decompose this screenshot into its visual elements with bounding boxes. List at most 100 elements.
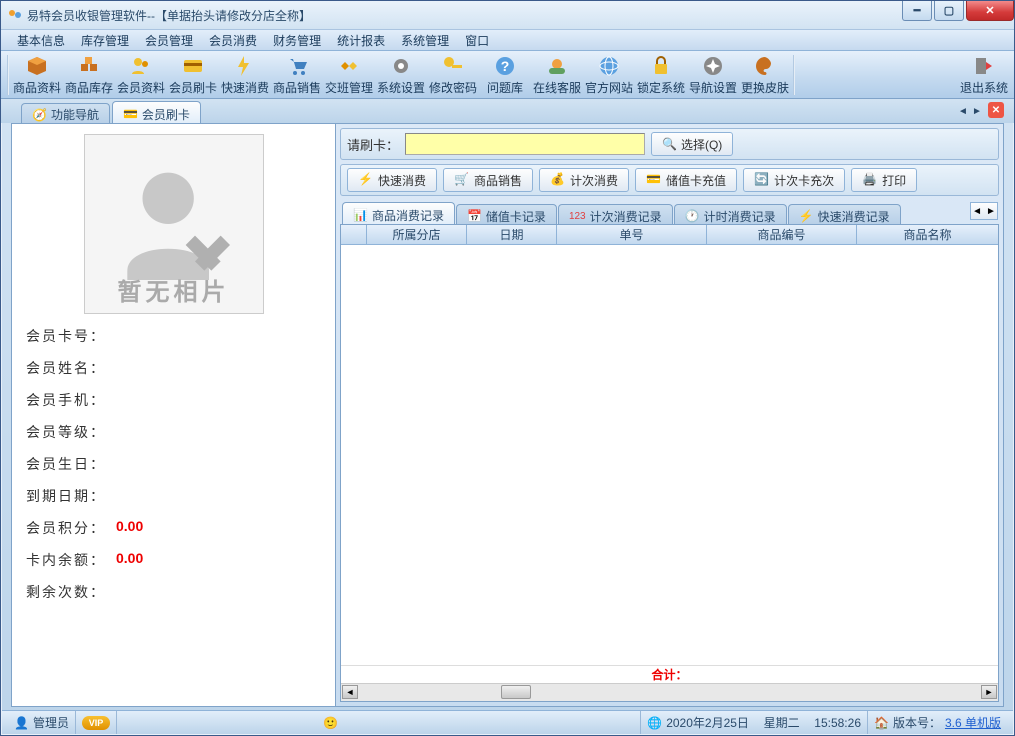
- tb-sys-setting[interactable]: 系统设置: [375, 53, 427, 97]
- tb-change-pwd[interactable]: 修改密码: [427, 53, 479, 97]
- vip-badge-icon: VIP: [82, 716, 110, 730]
- card-icon: 💳: [646, 172, 662, 188]
- boxes-icon: [77, 54, 101, 78]
- tb-shift-manage[interactable]: 交班管理: [323, 53, 375, 97]
- tb-faq[interactable]: ?问题库: [479, 53, 531, 97]
- card-icon: 💳: [123, 107, 138, 121]
- tb-lock-system[interactable]: 锁定系统: [635, 53, 687, 97]
- clock-icon: 🕐: [685, 209, 700, 223]
- minimize-button[interactable]: ━: [902, 1, 932, 21]
- subtab-count-record[interactable]: 123计次消费记录: [558, 204, 673, 224]
- btn-quick-consume[interactable]: ⚡快速消费: [347, 168, 437, 192]
- swipe-bar: 请刷卡： 🔍选择(Q): [340, 128, 999, 160]
- btn-recharge[interactable]: 💳储值卡充值: [635, 168, 737, 192]
- btn-product-sale[interactable]: 🛒商品销售: [443, 168, 533, 192]
- svg-text:?: ?: [501, 58, 510, 74]
- subtab-quick-record[interactable]: ⚡快速消费记录: [788, 204, 901, 224]
- home-icon: 🏠: [874, 716, 889, 730]
- handshake-icon: [337, 54, 361, 78]
- chart-icon: 📊: [353, 208, 368, 222]
- col-product-code[interactable]: 商品编号: [707, 225, 857, 244]
- status-datetime: 🌐 2020年2月25日 星期二 15:58:26: [641, 711, 868, 734]
- horizontal-scrollbar[interactable]: ◄ ►: [341, 683, 998, 701]
- tab-close-button[interactable]: ✕: [988, 102, 1004, 118]
- col-store[interactable]: 所属分店: [367, 225, 467, 244]
- globe-icon: [597, 54, 621, 78]
- row-member-level: 会员等级：: [26, 422, 321, 442]
- status-vip: VIP: [76, 711, 117, 734]
- menu-window[interactable]: 窗口: [457, 30, 497, 51]
- no-photo-label: 暂无相片: [118, 272, 230, 307]
- row-member-phone: 会员手机：: [26, 390, 321, 410]
- question-icon: ?: [493, 54, 517, 78]
- globe-icon: 🌐: [647, 716, 662, 730]
- btn-print[interactable]: 🖨️打印: [851, 168, 917, 192]
- row-remain-count: 剩余次数：: [26, 582, 321, 602]
- subtab-stored-record[interactable]: 📅储值卡记录: [456, 204, 557, 224]
- menu-finance[interactable]: 财务管理: [265, 30, 329, 51]
- headset-icon: [545, 54, 569, 78]
- tb-member-swipe[interactable]: 会员刷卡: [167, 53, 219, 97]
- subtab-nav[interactable]: ◄►: [970, 202, 998, 220]
- swipe-label: 请刷卡：: [347, 135, 399, 154]
- menu-basic-info[interactable]: 基本信息: [9, 30, 73, 51]
- menu-member-consume[interactable]: 会员消费: [201, 30, 265, 51]
- scroll-left-arrow[interactable]: ◄: [342, 685, 358, 699]
- window-controls: ━ ▢ ✕: [900, 1, 1014, 21]
- tab-member-swipe[interactable]: 💳会员刷卡: [112, 101, 201, 123]
- menu-member[interactable]: 会员管理: [137, 30, 201, 51]
- col-order-no[interactable]: 单号: [557, 225, 707, 244]
- tb-product-data[interactable]: 商品资料: [11, 53, 63, 97]
- scroll-right-arrow[interactable]: ►: [981, 685, 997, 699]
- maximize-button[interactable]: ▢: [934, 1, 964, 21]
- subtab-product-record[interactable]: 📊商品消费记录: [342, 202, 455, 224]
- compass-icon: [701, 54, 725, 78]
- grid-header: 所属分店 日期 单号 商品编号 商品名称: [341, 225, 998, 245]
- swipe-card-input[interactable]: [405, 133, 645, 155]
- record-tabs: 📊商品消费记录 📅储值卡记录 123计次消费记录 🕐计时消费记录 ⚡快速消费记录…: [340, 200, 999, 224]
- tb-product-sale[interactable]: 商品销售: [271, 53, 323, 97]
- bolt-icon: ⚡: [799, 209, 814, 223]
- subtab-time-record[interactable]: 🕐计时消费记录: [674, 204, 787, 224]
- tab-function-nav[interactable]: 🧭功能导航: [21, 103, 110, 123]
- toolbar-separator: [7, 55, 9, 95]
- row-member-name: 会员姓名：: [26, 358, 321, 378]
- tb-product-stock[interactable]: 商品库存: [63, 53, 115, 97]
- tb-official-site[interactable]: 官方网站: [583, 53, 635, 97]
- grid-body[interactable]: [341, 245, 998, 665]
- toolbar-separator: [793, 55, 795, 95]
- tb-exit-system[interactable]: 退出系统: [958, 53, 1010, 97]
- btn-count-consume[interactable]: 💰计次消费: [539, 168, 629, 192]
- window-title: 易特会员收银管理软件--【单据抬头请修改分店全称】: [27, 7, 311, 24]
- consumption-panel: 请刷卡： 🔍选择(Q) ⚡快速消费 🛒商品销售 💰计次消费 💳储值卡充值 🔄计次…: [336, 124, 1003, 706]
- row-member-birth: 会员生日：: [26, 454, 321, 474]
- row-card-balance: 卡内余额：0.00: [26, 550, 321, 570]
- btn-count-recharge[interactable]: 🔄计次卡充次: [743, 168, 845, 192]
- select-member-button[interactable]: 🔍选择(Q): [651, 132, 733, 156]
- tb-change-skin[interactable]: 更换皮肤: [739, 53, 791, 97]
- search-icon: 🔍: [662, 137, 677, 151]
- tb-online-service[interactable]: 在线客服: [531, 53, 583, 97]
- tb-nav-setting[interactable]: 导航设置: [687, 53, 739, 97]
- card-icon: [181, 54, 205, 78]
- col-row-selector[interactable]: [341, 225, 367, 244]
- tb-member-data[interactable]: 会员资料: [115, 53, 167, 97]
- scroll-thumb[interactable]: [501, 685, 531, 699]
- tb-quick-consume[interactable]: 快速消费: [219, 53, 271, 97]
- menu-inventory[interactable]: 库存管理: [73, 30, 137, 51]
- status-spacer: 🙂: [117, 711, 641, 734]
- row-card-number: 会员卡号：: [26, 326, 321, 346]
- tab-next-icon[interactable]: ►: [970, 104, 984, 118]
- menu-system[interactable]: 系统管理: [393, 30, 457, 51]
- palette-icon: [753, 54, 777, 78]
- calendar-icon: 📅: [467, 209, 482, 223]
- col-product-name[interactable]: 商品名称: [857, 225, 998, 244]
- window-frame: 易特会员收银管理软件--【单据抬头请修改分店全称】 ━ ▢ ✕ 基本信息 库存管…: [0, 0, 1015, 736]
- menu-report[interactable]: 统计报表: [329, 30, 393, 51]
- version-link[interactable]: 3.6 单机版: [945, 714, 1001, 731]
- face-icon: 🙂: [323, 716, 338, 730]
- tab-prev-icon[interactable]: ◄: [956, 104, 970, 118]
- col-date[interactable]: 日期: [467, 225, 557, 244]
- close-button[interactable]: ✕: [966, 1, 1014, 21]
- gear-icon: [389, 54, 413, 78]
